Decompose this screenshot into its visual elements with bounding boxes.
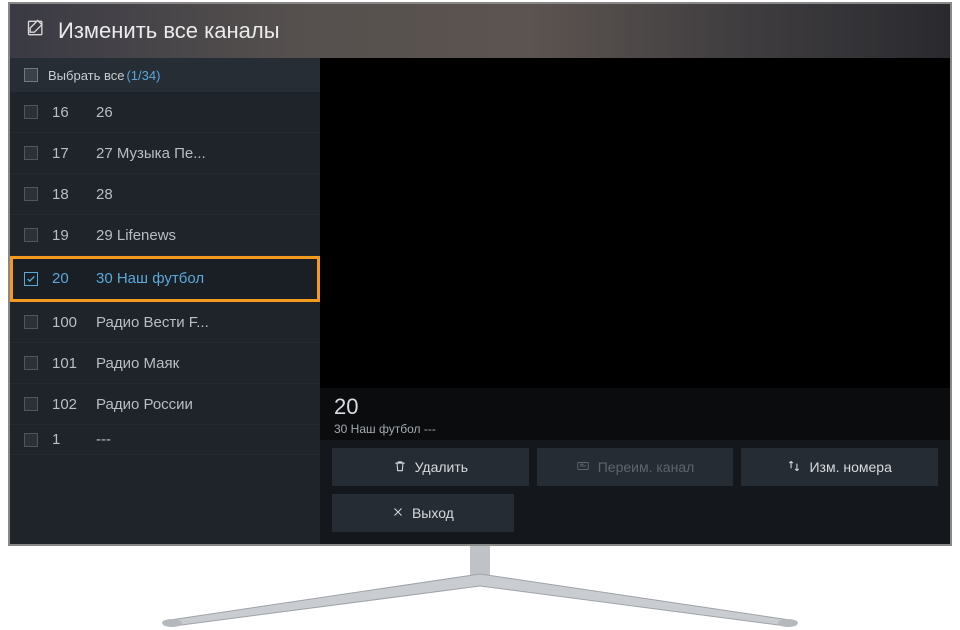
checkbox-icon[interactable] (24, 433, 38, 447)
channel-row[interactable]: 1--- (10, 425, 320, 455)
renumber-icon (787, 459, 801, 476)
channel-row-name: Радио Маяк (96, 355, 306, 372)
channel-row[interactable]: 100Радио Вести F... (10, 302, 320, 343)
checkbox-icon[interactable] (24, 272, 38, 286)
select-all-label: Выбрать все (48, 68, 124, 83)
channel-preview (320, 58, 950, 388)
channel-row-name: 29 Lifenews (96, 227, 306, 244)
checkbox-icon[interactable] (24, 105, 38, 119)
channel-sidebar: Выбрать все (1/34) 16261727 Музыка Пе...… (10, 58, 320, 544)
checkbox-icon[interactable] (24, 187, 38, 201)
channel-row-name: Радио России (96, 396, 306, 413)
channel-row-number: 1 (52, 431, 96, 448)
renumber-button[interactable]: Изм. номера (741, 448, 938, 486)
checkbox-icon[interactable] (24, 228, 38, 242)
tv-screen: Изменить все каналы Выбрать все (1/34) 1… (8, 2, 952, 546)
exit-button[interactable]: Выход (332, 494, 514, 532)
channel-row[interactable]: 1626 (10, 92, 320, 133)
channel-number: 20 (334, 394, 936, 420)
rename-icon (576, 459, 590, 476)
channel-row[interactable]: 1727 Музыка Пе... (10, 133, 320, 174)
channel-name: 30 Наш футбол --- (334, 422, 936, 436)
exit-label: Выход (412, 505, 454, 521)
channel-row-name: 27 Музыка Пе... (96, 145, 306, 162)
checkbox-icon[interactable] (24, 315, 38, 329)
channel-row-number: 19 (52, 227, 96, 244)
delete-label: Удалить (415, 459, 468, 475)
trash-icon (393, 459, 407, 476)
page-title: Изменить все каналы (58, 18, 280, 44)
main-panel: 20 30 Наш футбол --- Удалить Переим. кан… (320, 58, 950, 544)
channel-row-number: 20 (52, 270, 96, 287)
channel-row-number: 16 (52, 104, 96, 121)
rename-label: Переим. канал (598, 459, 695, 475)
close-icon (392, 505, 404, 521)
channel-row[interactable]: 2030 Наш футбол (10, 256, 320, 302)
channel-row-number: 100 (52, 314, 96, 331)
channel-row-number: 101 (52, 355, 96, 372)
select-all-count: (1/34) (126, 68, 160, 83)
select-all-row[interactable]: Выбрать все (1/34) (10, 58, 320, 92)
channel-row[interactable]: 1929 Lifenews (10, 215, 320, 256)
page-header: Изменить все каналы (10, 4, 950, 58)
checkbox-icon[interactable] (24, 68, 38, 82)
channel-row-number: 18 (52, 186, 96, 203)
channel-row-name: --- (96, 431, 306, 448)
channel-row-name: Радио Вести F... (96, 314, 306, 331)
channel-row[interactable]: 1828 (10, 174, 320, 215)
delete-button[interactable]: Удалить (332, 448, 529, 486)
channel-row-name: 26 (96, 104, 306, 121)
action-bar: Удалить Переим. канал Изм. номера (320, 440, 950, 544)
checkbox-icon[interactable] (24, 146, 38, 160)
channel-row[interactable]: 101Радио Маяк (10, 343, 320, 384)
renumber-label: Изм. номера (809, 459, 891, 475)
channel-row-number: 102 (52, 396, 96, 413)
checkbox-icon[interactable] (24, 397, 38, 411)
checkbox-icon[interactable] (24, 356, 38, 370)
tv-stand (0, 546, 960, 628)
channel-list[interactable]: 16261727 Музыка Пе...18281929 Lifenews20… (10, 92, 320, 544)
channel-info: 20 30 Наш футбол --- (320, 388, 950, 440)
channel-row-number: 17 (52, 145, 96, 162)
channel-row-name: 30 Наш футбол (96, 270, 306, 287)
channel-row[interactable]: 102Радио России (10, 384, 320, 425)
edit-icon (26, 18, 46, 44)
channel-row-name: 28 (96, 186, 306, 203)
rename-button[interactable]: Переим. канал (537, 448, 734, 486)
